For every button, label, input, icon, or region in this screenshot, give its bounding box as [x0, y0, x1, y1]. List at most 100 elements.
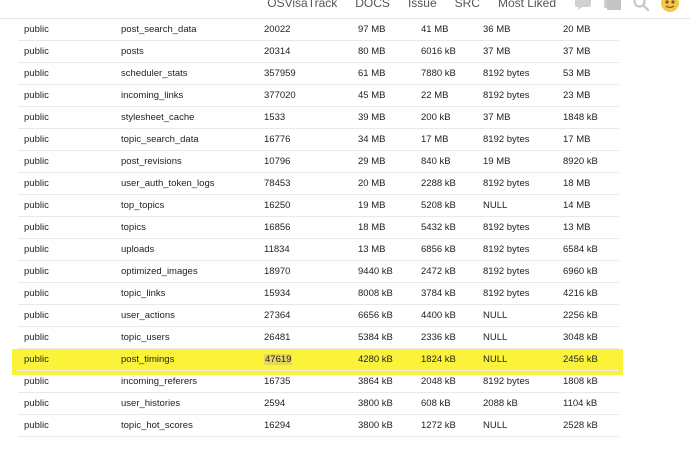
- cell-row-count: 10796: [258, 150, 352, 173]
- table-row: public user_histories 2594 3800 kB 608 kB 208…: [18, 392, 619, 415]
- cell-toast-size: NULL: [477, 414, 557, 437]
- cell-toast-size: 8192 bytes: [477, 260, 557, 283]
- cell-table-size: 17 MB: [415, 128, 477, 151]
- cell-index-size: 4216 kB: [557, 282, 619, 305]
- cell-toast-size: 8192 bytes: [477, 84, 557, 107]
- cell-table-name: post_search_data: [115, 19, 258, 41]
- nav-link-osvisatrack[interactable]: OSVisaTrack: [267, 0, 337, 10]
- cell-toast-size: 36 MB: [477, 19, 557, 41]
- cell-total-size: 19 MB: [352, 194, 415, 217]
- cell-row-count: 27364: [258, 304, 352, 327]
- cell-schema: public: [18, 370, 115, 393]
- cell-index-size: 1808 kB: [557, 370, 619, 393]
- cell-table-size: 22 MB: [415, 84, 477, 107]
- table-row: public user_actions 27364 6656 kB 4400 kB NUL…: [18, 304, 619, 327]
- nav-link-src[interactable]: SRC: [455, 0, 480, 10]
- table-row: public posts 20314 80 MB 6016 kB 37 MB 37 MB: [18, 40, 619, 63]
- cell-schema: public: [18, 282, 115, 305]
- cell-table-size: 6016 kB: [415, 40, 477, 63]
- cell-row-count: 16735: [258, 370, 352, 393]
- cell-row-count: 15934: [258, 282, 352, 305]
- table-row: public stylesheet_cache 1533 39 MB 200 kB 37 …: [18, 106, 619, 129]
- cell-table-name: user_histories: [115, 392, 258, 415]
- chat-bubble-icon[interactable]: [574, 0, 592, 12]
- cell-schema: public: [18, 40, 115, 63]
- top-nav: OSVisaTrack DOCS Issue SRC Most Liked: [267, 0, 690, 12]
- cell-total-size: 8008 kB: [352, 282, 415, 305]
- cell-toast-size: NULL: [477, 348, 557, 371]
- cell-total-size: 34 MB: [352, 128, 415, 151]
- cell-total-size: 3800 kB: [352, 414, 415, 437]
- cell-schema: public: [18, 260, 115, 283]
- cell-toast-size: 8192 bytes: [477, 216, 557, 239]
- cell-table-size: 7880 kB: [415, 62, 477, 85]
- cell-index-size: 53 MB: [557, 62, 619, 85]
- cell-table-size: 1824 kB: [415, 348, 477, 371]
- cell-toast-size: 2088 kB: [477, 392, 557, 415]
- cell-index-size: 23 MB: [557, 84, 619, 107]
- cell-total-size: 9440 kB: [352, 260, 415, 283]
- avatar-icon[interactable]: [660, 0, 680, 13]
- cell-total-size: 3864 kB: [352, 370, 415, 393]
- gallery-icon[interactable]: [602, 0, 622, 12]
- cell-table-name: posts: [115, 40, 258, 63]
- cell-toast-size: 8192 bytes: [477, 128, 557, 151]
- cell-row-count: 16856: [258, 216, 352, 239]
- table-row: public incoming_referers 16735 3864 kB 2048 …: [18, 370, 619, 393]
- nav-link-docs[interactable]: DOCS: [355, 0, 390, 10]
- table-row: public topic_hot_scores 16294 3800 kB 1272 k…: [18, 414, 619, 437]
- cell-table-name: user_auth_token_logs: [115, 172, 258, 195]
- table-row: public top_topics 16250 19 MB 5208 kB NULL 14 …: [18, 194, 619, 217]
- cell-row-count: 16250: [258, 194, 352, 217]
- cell-toast-size: 8192 bytes: [477, 62, 557, 85]
- cell-index-size: 3048 kB: [557, 326, 619, 349]
- table-row: public uploads 11834 13 MB 6856 kB 8192 bytes…: [18, 238, 619, 261]
- cell-row-count: 11834: [258, 238, 352, 261]
- cell-total-size: 6656 kB: [352, 304, 415, 327]
- cell-table-size: 3784 kB: [415, 282, 477, 305]
- cell-table-size: 840 kB: [415, 150, 477, 173]
- cell-table-name: topic_links: [115, 282, 258, 305]
- cell-schema: public: [18, 238, 115, 261]
- cell-schema: public: [18, 194, 115, 217]
- cell-index-size: 6584 kB: [557, 238, 619, 261]
- cell-index-size: 1848 kB: [557, 106, 619, 129]
- cell-table-size: 200 kB: [415, 106, 477, 129]
- cell-row-count: 1533: [258, 106, 352, 129]
- cell-table-size: 5432 kB: [415, 216, 477, 239]
- cell-schema: public: [18, 392, 115, 415]
- cell-schema: public: [18, 326, 115, 349]
- cell-toast-size: 37 MB: [477, 106, 557, 129]
- cell-index-size: 6960 kB: [557, 260, 619, 283]
- cell-row-count: 16776: [258, 128, 352, 151]
- search-icon[interactable]: [632, 0, 650, 12]
- cell-table-name: topic_users: [115, 326, 258, 349]
- cell-table-name: incoming_referers: [115, 370, 258, 393]
- table-row: public user_auth_token_logs 78453 20 MB 2288…: [18, 172, 619, 195]
- cell-toast-size: NULL: [477, 194, 557, 217]
- cell-schema: public: [18, 348, 115, 371]
- cell-toast-size: 37 MB: [477, 40, 557, 63]
- cell-row-count: 377020: [258, 84, 352, 107]
- cell-index-size: 2456 kB: [557, 348, 619, 371]
- cell-table-size: 1272 kB: [415, 414, 477, 437]
- cell-table-name: uploads: [115, 238, 258, 261]
- cell-total-size: 45 MB: [352, 84, 415, 107]
- table-row: public topic_users 26481 5384 kB 2336 kB NULL…: [18, 326, 619, 349]
- nav-link-issue[interactable]: Issue: [408, 0, 437, 10]
- table-row: public topics 16856 18 MB 5432 kB 8192 bytes 1…: [18, 216, 619, 239]
- table-row: public post_revisions 10796 29 MB 840 kB 19 M…: [18, 150, 619, 173]
- cell-table-name: stylesheet_cache: [115, 106, 258, 129]
- cell-total-size: 18 MB: [352, 216, 415, 239]
- cell-total-size: 61 MB: [352, 62, 415, 85]
- cell-row-count: 78453: [258, 172, 352, 195]
- cell-table-name: incoming_links: [115, 84, 258, 107]
- cell-table-size: 608 kB: [415, 392, 477, 415]
- nav-link-most-liked[interactable]: Most Liked: [498, 0, 556, 10]
- cell-row-count: 26481: [258, 326, 352, 349]
- cell-row-count: 18970: [258, 260, 352, 283]
- cell-table-size: 41 MB: [415, 19, 477, 41]
- cell-index-size: 13 MB: [557, 216, 619, 239]
- cell-total-size: 20 MB: [352, 172, 415, 195]
- cell-row-count: 20314: [258, 40, 352, 63]
